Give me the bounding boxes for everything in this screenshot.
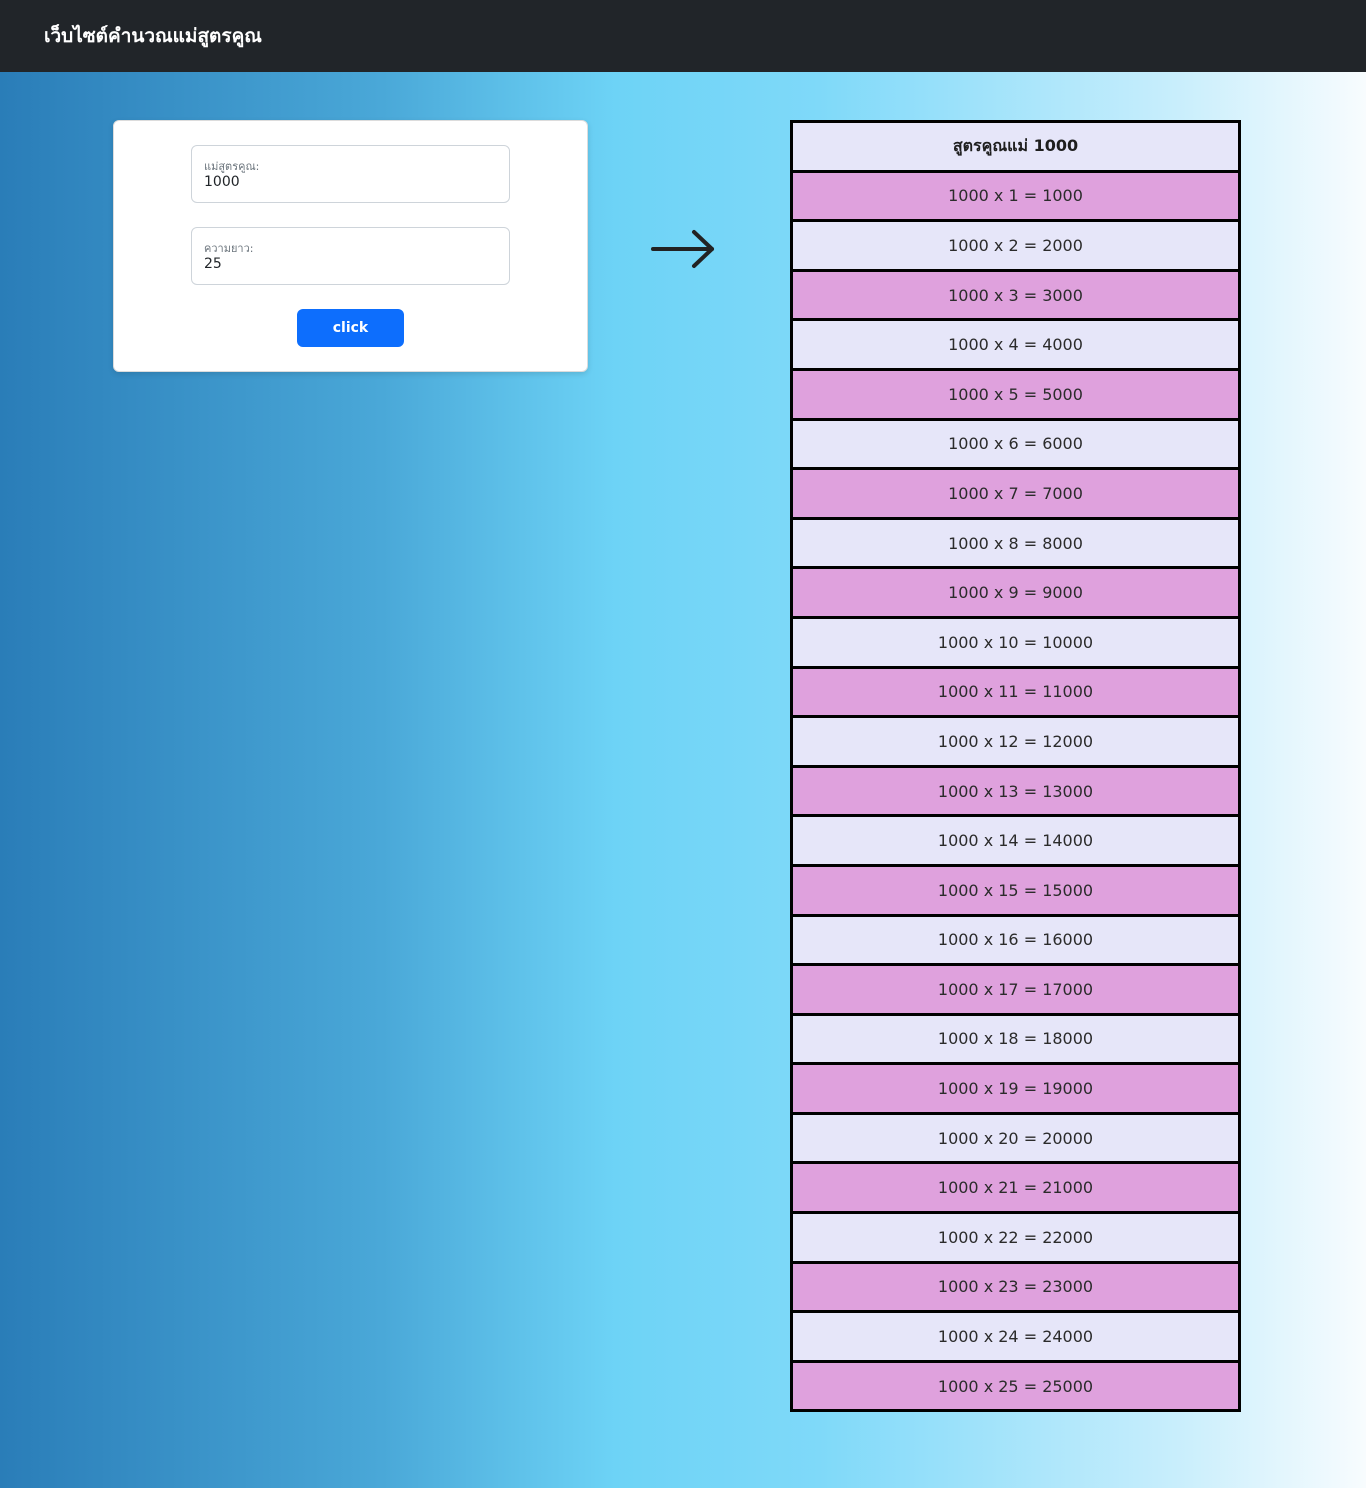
table-row: 1000 x 18 = 18000	[793, 1015, 1238, 1066]
base-input[interactable]	[204, 174, 494, 190]
table-row: 1000 x 21 = 21000	[793, 1164, 1238, 1215]
table-row: 1000 x 22 = 22000	[793, 1214, 1238, 1264]
table-row: 1000 x 11 = 11000	[793, 668, 1238, 719]
table-row: 1000 x 20 = 20000	[793, 1114, 1238, 1165]
table-row: 1000 x 13 = 13000	[793, 767, 1238, 818]
table-row: 1000 x 1 = 1000	[793, 172, 1238, 223]
table-row: 1000 x 6 = 6000	[793, 420, 1238, 471]
click-button[interactable]: click	[297, 309, 404, 347]
table-row: 1000 x 7 = 7000	[793, 470, 1238, 520]
table-row: 1000 x 5 = 5000	[793, 370, 1238, 421]
table-row: 1000 x 17 = 17000	[793, 966, 1238, 1016]
base-field[interactable]: แม่สูตรคูณ:	[191, 145, 510, 203]
table-row: 1000 x 23 = 23000	[793, 1263, 1238, 1314]
table-row: 1000 x 15 = 15000	[793, 866, 1238, 917]
table-row: 1000 x 10 = 10000	[793, 618, 1238, 669]
table-row: 1000 x 8 = 8000	[793, 519, 1238, 570]
table-row: 1000 x 2 = 2000	[793, 222, 1238, 272]
table-row: 1000 x 3 = 3000	[793, 271, 1238, 322]
length-field[interactable]: ความยาว:	[191, 227, 510, 285]
table-row: 1000 x 12 = 12000	[793, 718, 1238, 768]
table-row: 1000 x 24 = 24000	[793, 1313, 1238, 1363]
navbar-brand[interactable]: เว็บไซต์คำนวณแม่สูตรคูณ	[44, 21, 262, 51]
multiplication-table: สูตรคูณแม่ 1000 1000 x 1 = 1000 1000 x 2 …	[790, 120, 1241, 1413]
base-label: แม่สูตรคูณ:	[204, 160, 260, 173]
table-row: 1000 x 16 = 16000	[793, 916, 1238, 967]
table-row: 1000 x 14 = 14000	[793, 817, 1238, 867]
table-row: 1000 x 9 = 9000	[793, 569, 1238, 619]
input-card: แม่สูตรคูณ: ความยาว: click	[113, 120, 588, 372]
length-label: ความยาว:	[204, 242, 254, 255]
table-row: 1000 x 19 = 19000	[793, 1065, 1238, 1115]
table-header: สูตรคูณแม่ 1000	[793, 123, 1238, 173]
navbar: เว็บไซต์คำนวณแม่สูตรคูณ	[0, 0, 1366, 72]
table-row: 1000 x 4 = 4000	[793, 321, 1238, 371]
length-input[interactable]	[204, 256, 494, 272]
arrow-right-icon	[651, 230, 714, 268]
table-row: 1000 x 25 = 25000	[793, 1362, 1238, 1413]
